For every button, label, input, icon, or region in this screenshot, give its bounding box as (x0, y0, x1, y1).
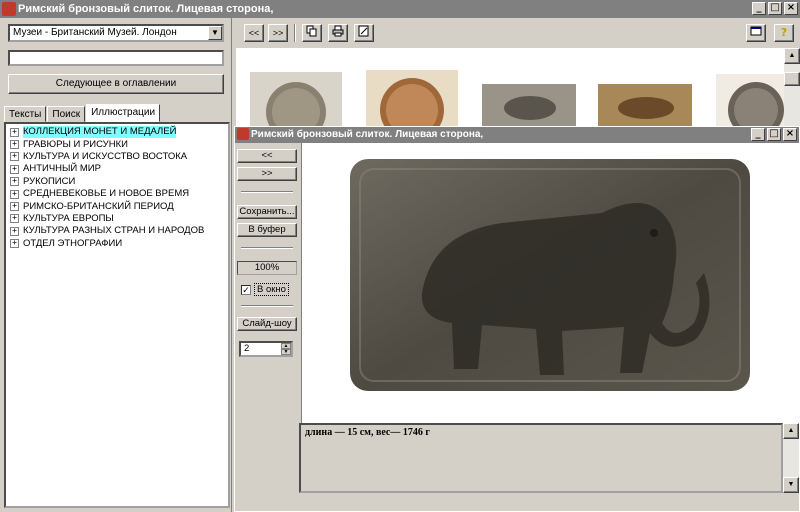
thumbnail-scrollbar[interactable]: ▲ (784, 48, 800, 128)
expand-icon[interactable]: + (10, 189, 19, 199)
next-button[interactable]: >> (268, 24, 288, 42)
fit-to-window-label: В окно (254, 283, 289, 296)
viewer-next-button[interactable]: >> (237, 167, 297, 181)
tree-item[interactable]: + КУЛЬТУРА РАЗНЫХ СТРАН И НАРОДОВ (10, 225, 224, 237)
scroll-thumb[interactable] (784, 72, 800, 86)
image-description: длина — 15 см, вес— 1746 г (299, 423, 783, 493)
app-icon (2, 2, 16, 16)
expand-icon[interactable]: + (10, 214, 19, 224)
copy-to-clipboard-button[interactable]: В буфер (237, 223, 297, 237)
zoom-level: 100% (237, 261, 297, 275)
main-titlebar: Римский бронзовый слиток. Лицевая сторон… (0, 0, 800, 18)
close-button[interactable]: × (784, 2, 798, 15)
copy-icon[interactable] (302, 24, 322, 42)
tab-texts[interactable]: Тексты (4, 106, 47, 122)
svg-text:?: ? (781, 26, 787, 39)
maximize-button[interactable]: □ (768, 2, 782, 15)
left-tabs: Тексты Поиск Иллюстрации (4, 104, 161, 122)
tree-item-label: КУЛЬТУРА И ИСКУССТВО ВОСТОКА (23, 150, 188, 162)
search-input[interactable] (8, 50, 224, 66)
thumbnail[interactable] (716, 74, 784, 128)
thumbnail[interactable] (482, 84, 576, 128)
expand-icon[interactable]: + (10, 177, 19, 187)
controls-separator (241, 305, 293, 307)
tree-item[interactable]: + КОЛЛЕКЦИЯ МОНЕТ И МЕДАЛЕЙ (10, 126, 224, 139)
tree-item[interactable]: + ГРАВЮРЫ И РИСУНКИ (10, 138, 224, 150)
tree-item-label: РИМСКО-БРИТАНСКИЙ ПЕРИОД (23, 200, 174, 212)
tab-illustrations[interactable]: Иллюстрации (86, 104, 161, 122)
prev-button[interactable]: << (244, 24, 264, 42)
minimize-button[interactable]: _ (752, 2, 766, 15)
edit-icon[interactable] (354, 24, 374, 42)
viewer-maximize-button[interactable]: □ (767, 128, 781, 141)
expand-icon[interactable]: + (10, 164, 19, 174)
tree-item-label: АНТИЧНЫЙ МИР (23, 163, 101, 175)
image-display (301, 143, 799, 425)
tree-item-label: КУЛЬТУРА РАЗНЫХ СТРАН И НАРОДОВ (23, 225, 205, 237)
viewer-app-icon (237, 128, 249, 140)
description-scrollbar[interactable]: ▲ ▼ (783, 423, 799, 493)
viewer-title: Римский бронзовый слиток. Лицевая сторон… (251, 129, 484, 140)
scroll-up-icon[interactable]: ▲ (784, 48, 800, 64)
tree-item-label: ГРАВЮРЫ И РИСУНКИ (23, 138, 128, 150)
thumbnail-strip (236, 48, 784, 128)
main-toolbar: << >> ? (236, 18, 800, 48)
thumbnail[interactable] (250, 72, 342, 128)
expand-icon[interactable]: + (10, 140, 19, 150)
controls-separator (241, 191, 293, 193)
viewer-window-controls: _ □ × (751, 128, 797, 141)
scroll-down-icon[interactable]: ▼ (783, 477, 799, 493)
expand-icon[interactable]: + (10, 152, 19, 162)
save-button[interactable]: Сохранить... (237, 205, 297, 219)
checkbox-check-icon[interactable]: ✓ (241, 284, 251, 295)
scroll-up-icon[interactable]: ▲ (783, 423, 799, 439)
tree-item[interactable]: + РУКОПИСИ (10, 176, 224, 188)
slideshow-button[interactable]: Слайд-шоу (237, 317, 297, 331)
thumbnail[interactable] (598, 84, 692, 128)
expand-icon[interactable]: + (10, 226, 19, 236)
tree-item[interactable]: + КУЛЬТУРА И ИСКУССТВО ВОСТОКА (10, 151, 224, 163)
viewer-titlebar: Римский бронзовый слиток. Лицевая сторон… (235, 127, 799, 143)
help-icon[interactable]: ? (774, 24, 794, 42)
toolbar-separator (294, 24, 296, 42)
left-panel: Музеи - Британский Музей. Лондон ▼ Следу… (0, 18, 232, 512)
stepper-buttons: ▲ ▼ (281, 343, 291, 355)
tree-item[interactable]: + РИМСКО-БРИТАНСКИЙ ПЕРИОД (10, 200, 224, 212)
bronze-ingot-image (350, 159, 750, 391)
viewer-horizontal-bar (299, 493, 799, 509)
tree-item[interactable]: + СРЕДНЕВЕКОВЬЕ И НОВОЕ ВРЕМЯ (10, 188, 224, 200)
image-viewer-window: Римский бронзовый слиток. Лицевая сторон… (234, 126, 800, 512)
stepper-down-icon[interactable]: ▼ (281, 349, 291, 355)
slideshow-interval-stepper[interactable]: 2 ▲ ▼ (239, 341, 293, 357)
window-icon[interactable] (746, 24, 766, 42)
next-in-contents-button[interactable]: Следующее в оглавлении (8, 74, 224, 94)
tree-item-label: КОЛЛЕКЦИЯ МОНЕТ И МЕДАЛЕЙ (23, 126, 177, 139)
tree-item-label: КУЛЬТУРА ЕВРОПЫ (23, 212, 114, 224)
main-window-controls: _ □ × (752, 2, 798, 15)
tree-item-label: СРЕДНЕВЕКОВЬЕ И НОВОЕ ВРЕМЯ (23, 188, 190, 200)
interval-value: 2 (244, 343, 250, 354)
tab-search[interactable]: Поиск (47, 106, 86, 122)
viewer-close-button[interactable]: × (783, 128, 797, 141)
tree-item[interactable]: + АНТИЧНЫЙ МИР (10, 163, 224, 175)
expand-icon[interactable]: + (10, 127, 19, 137)
description-text: длина — 15 см, вес— 1746 г (305, 427, 430, 438)
print-icon[interactable] (328, 24, 348, 42)
contents-tree: + КОЛЛЕКЦИЯ МОНЕТ И МЕДАЛЕЙ + ГРАВЮРЫ И РИ… (4, 122, 230, 508)
main-title: Римский бронзовый слиток. Лицевая сторон… (18, 3, 274, 15)
viewer-minimize-button[interactable]: _ (751, 128, 765, 141)
tree-item[interactable]: + КУЛЬТУРА ЕВРОПЫ (10, 213, 224, 225)
expand-icon[interactable]: + (10, 202, 19, 212)
chevron-down-icon[interactable]: ▼ (208, 26, 222, 40)
tree-item-label: РУКОПИСИ (23, 175, 76, 187)
tree-item-label: ОТДЕЛ ЭТНОГРАФИИ (23, 237, 123, 249)
museum-select[interactable]: Музеи - Британский Музей. Лондон ▼ (8, 24, 224, 42)
controls-separator (241, 247, 293, 249)
fit-to-window-checkbox[interactable]: ✓ В окно (241, 283, 289, 296)
museum-select-value: Музеи - Британский Музей. Лондон (13, 27, 177, 38)
tree-item[interactable]: + ОТДЕЛ ЭТНОГРАФИИ (10, 238, 224, 250)
expand-icon[interactable]: + (10, 239, 19, 249)
thumbnail[interactable] (366, 70, 458, 128)
viewer-prev-button[interactable]: << (237, 149, 297, 163)
